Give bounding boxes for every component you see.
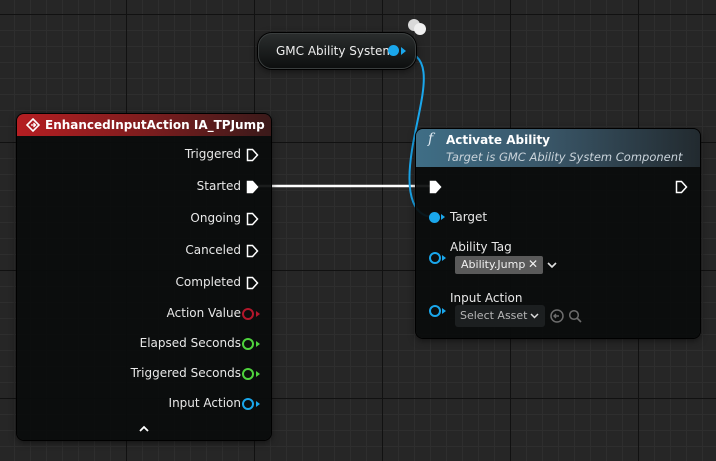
enhanced-input-action-node[interactable]: EnhancedInputAction IA_TPJump Triggered …: [17, 114, 271, 440]
exec-output-pin-icon[interactable]: [246, 148, 259, 162]
input-action-input-pin[interactable]: [429, 305, 441, 317]
elapsed-seconds-pin[interactable]: [242, 338, 254, 350]
canceled-label: Canceled: [185, 243, 241, 257]
select-asset-dropdown[interactable]: Select Asset: [455, 305, 545, 327]
completed-label: Completed: [175, 275, 241, 289]
ability-tag-chip[interactable]: Ability.Jump ✕: [455, 256, 543, 274]
chevron-up-icon[interactable]: [139, 425, 149, 432]
input-action-label: Input Action: [168, 396, 241, 410]
triggered-seconds-label: Triggered Seconds: [130, 366, 241, 380]
action-value-label: Action Value: [166, 306, 241, 320]
triggered-label: Triggered: [184, 147, 241, 161]
pin-arrow-icon: [442, 308, 446, 314]
chevron-down-icon[interactable]: [547, 262, 557, 269]
exec-output-pin-icon[interactable]: [246, 212, 259, 226]
function-icon: f: [428, 131, 434, 147]
pin-arrow-icon: [441, 214, 445, 220]
event-diamond-icon: [26, 118, 40, 132]
activate-ability-node[interactable]: f Activate Ability Target is GMC Ability…: [416, 129, 700, 338]
event-node-header: EnhancedInputAction IA_TPJump: [17, 114, 271, 136]
exec-input-pin-icon[interactable]: [429, 180, 442, 194]
ability-tag-value: Ability.Jump: [461, 258, 526, 271]
elapsed-seconds-label: Elapsed Seconds: [139, 336, 241, 350]
target-input-pin[interactable]: [429, 212, 440, 223]
pin-arrow-icon: [256, 311, 260, 317]
ability-tag-input-pin[interactable]: [429, 252, 441, 264]
function-node-title: Activate Ability: [446, 133, 550, 147]
ability-tag-label: Ability Tag: [450, 240, 512, 254]
ongoing-label: Ongoing: [190, 211, 241, 225]
ongoing-pin-row[interactable]: Ongoing: [17, 209, 271, 229]
input-action-pin[interactable]: [242, 398, 254, 410]
started-label: Started: [196, 179, 241, 193]
gmc-node-label: GMC Ability System: [276, 44, 395, 58]
input-action-pin-row[interactable]: Input Action: [17, 394, 271, 414]
exec-output-pin-icon[interactable]: [246, 180, 259, 194]
pin-arrow-icon: [401, 47, 406, 55]
pin-arrow-icon: [442, 255, 446, 261]
browse-asset-search-icon[interactable]: [568, 309, 582, 323]
triggered-pin-row[interactable]: Triggered: [17, 145, 271, 165]
canceled-pin-row[interactable]: Canceled: [17, 241, 271, 261]
started-pin-row[interactable]: Started: [17, 177, 271, 197]
exec-output-pin-icon[interactable]: [246, 244, 259, 258]
action-value-pin[interactable]: [242, 308, 254, 320]
exec-output-pin-icon[interactable]: [246, 276, 259, 290]
action-value-pin-row[interactable]: Action Value: [17, 304, 271, 324]
pin-arrow-icon: [256, 401, 260, 407]
input-action-input-label: Input Action: [450, 291, 523, 305]
clear-tag-icon[interactable]: ✕: [528, 257, 538, 271]
exec-output-pin-icon[interactable]: [675, 180, 688, 194]
elapsed-seconds-pin-row[interactable]: Elapsed Seconds: [17, 334, 271, 354]
chevron-down-icon: [530, 313, 539, 319]
use-selected-asset-icon[interactable]: [550, 309, 564, 323]
gmc-ability-system-node[interactable]: GMC Ability System: [258, 33, 416, 69]
completed-pin-row[interactable]: Completed: [17, 273, 271, 293]
function-node-header: f Activate Ability Target is GMC Ability…: [416, 129, 700, 167]
event-node-title: EnhancedInputAction IA_TPJump: [45, 118, 265, 132]
function-node-subtitle: Target is GMC Ability System Component: [446, 150, 683, 164]
target-label: Target: [450, 210, 488, 224]
triggered-seconds-pin-row[interactable]: Triggered Seconds: [17, 364, 271, 384]
triggered-seconds-pin[interactable]: [242, 368, 254, 380]
gmc-output-pin[interactable]: [388, 45, 399, 56]
select-asset-placeholder: Select Asset: [460, 309, 528, 322]
pin-arrow-icon: [256, 371, 260, 377]
pin-arrow-icon: [256, 341, 260, 347]
